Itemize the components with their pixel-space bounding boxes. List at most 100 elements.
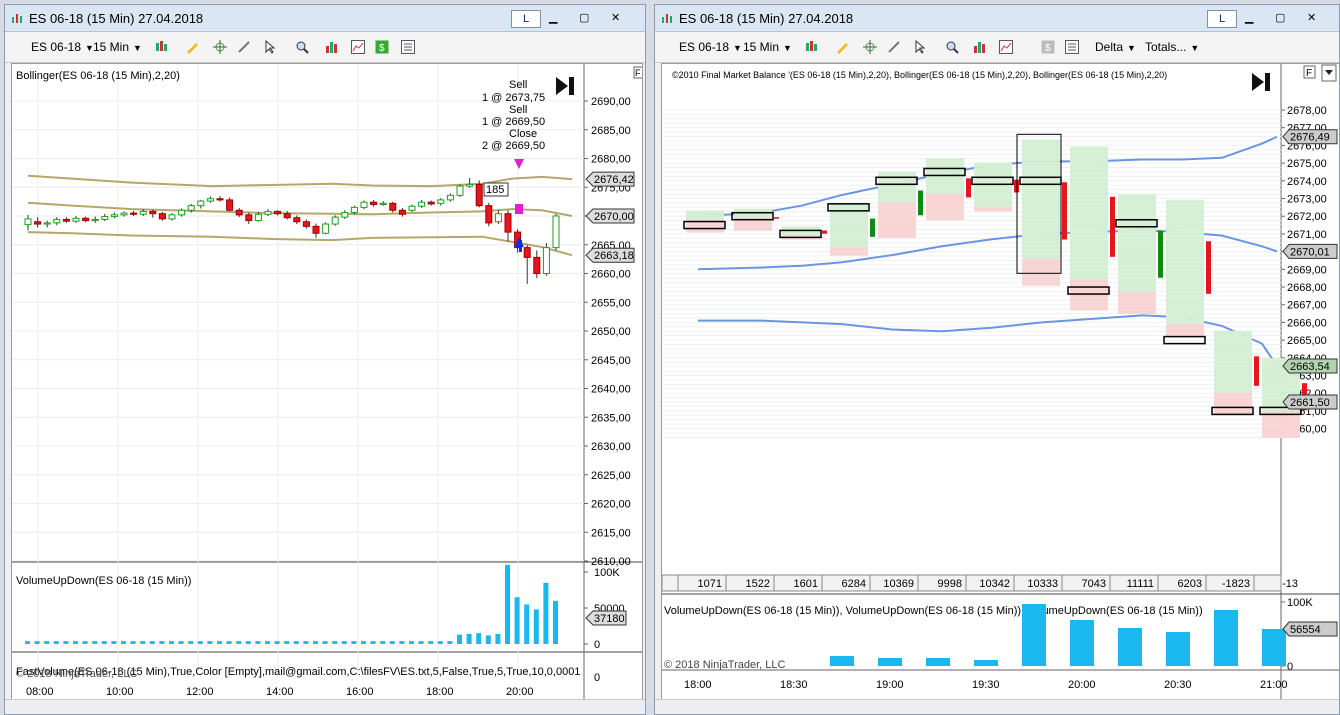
footprint-cell [1118, 300, 1156, 306]
footprint-cell [1022, 237, 1060, 242]
volume-bar [1214, 610, 1238, 666]
chart-window-icon [12, 14, 22, 23]
footprint-cell [878, 229, 916, 234]
close-icon[interactable]: ✕ [1307, 10, 1316, 26]
properties-icon[interactable] [401, 40, 415, 54]
right-instrument-selector[interactable]: ES 06-18 ▼ [679, 40, 742, 54]
volume-bar [82, 641, 88, 644]
crosshair-icon[interactable] [863, 40, 877, 54]
footprint-cell [1214, 379, 1252, 384]
right-horizontal-scrollbar[interactable] [655, 699, 1339, 714]
candle [72, 217, 80, 222]
delta-selector[interactable]: Delta ▼ [1095, 40, 1136, 54]
footprint-cell [734, 213, 772, 218]
footprint-cell [1022, 152, 1060, 158]
footprint-cell [878, 224, 916, 230]
price-axis-label: 2680,00 [591, 154, 631, 166]
crosshair-icon[interactable] [213, 40, 227, 54]
footprint-cell [974, 198, 1012, 203]
right-chart-canvas[interactable]: 2678,002677,002676,002675,002674,002673,… [661, 64, 1340, 700]
strategies-icon[interactable] [973, 40, 987, 54]
footprint-cell [830, 233, 868, 238]
candle [293, 217, 301, 223]
maximize-icon[interactable]: ▢ [579, 10, 589, 26]
minimize-icon[interactable]: ▁ [549, 10, 557, 26]
footprint-cell [974, 189, 1012, 194]
footprint-cell [1166, 226, 1204, 231]
time-axis-label: 18:30 [780, 679, 808, 691]
footprint-cell [1166, 319, 1204, 324]
price-axis-label: 2671,00 [1287, 229, 1327, 241]
global-draw-icon[interactable] [887, 40, 901, 54]
left-instrument-selector[interactable]: ES 06-18 ▼ [31, 40, 94, 54]
close-icon[interactable]: ✕ [611, 10, 620, 26]
footprint-cell [1070, 204, 1108, 209]
drawing-pencil-icon[interactable] [835, 40, 849, 54]
candle [43, 222, 51, 225]
minimize-icon[interactable]: ▁ [1245, 10, 1253, 26]
footprint-cell [1166, 297, 1204, 302]
left-horizontal-scrollbar[interactable] [5, 699, 645, 714]
left-title-bar[interactable]: ES 06-18 (15 Min) 27.04.2018 L ▁ ▢ ✕ [5, 5, 645, 32]
footprint-cell [1118, 194, 1156, 199]
footprint-cell [878, 193, 916, 199]
playback-icon [1265, 73, 1270, 91]
left-chart-canvas[interactable]: 08:00 10:00 12:00 14:00 16:00 18:00 20:00 2690,… [12, 64, 644, 700]
price-tag-label: 2676,49 [1290, 132, 1330, 144]
left-interval-selector[interactable]: 15 Min ▼ [93, 40, 142, 54]
properties-icon[interactable] [1065, 40, 1079, 54]
left-link-button[interactable]: L [511, 10, 541, 28]
candle [149, 210, 157, 215]
volume-bar [1070, 620, 1094, 666]
totals-selector[interactable]: Totals... ▼ [1145, 40, 1199, 54]
footprint-cell [1070, 301, 1108, 307]
indicators-icon[interactable] [351, 40, 365, 54]
right-link-button[interactable]: L [1207, 10, 1237, 28]
footprint-cell [1166, 208, 1204, 214]
candle [408, 205, 416, 211]
footprint-cell [1022, 214, 1060, 220]
volume-bar [169, 641, 174, 644]
footprint-cell [1070, 252, 1108, 258]
buy-arrow-icon [519, 240, 522, 252]
bar-type-icon[interactable] [155, 40, 169, 54]
candle [418, 201, 426, 207]
volume-bar [1262, 629, 1286, 666]
right-title-bar[interactable]: ES 06-18 (15 Min) 27.04.2018 L ▁ ▢ ✕ [655, 5, 1339, 32]
global-draw-icon[interactable] [237, 40, 251, 54]
footprint-cell [878, 220, 916, 225]
strategies-icon[interactable] [325, 40, 339, 54]
volume-bar [524, 604, 530, 644]
pointer-icon[interactable] [913, 40, 927, 54]
candle [437, 199, 445, 204]
volume-bar [1118, 628, 1142, 666]
footprint-cell [1262, 429, 1300, 434]
zoom-icon[interactable] [295, 40, 309, 54]
volume-bar [149, 641, 155, 644]
volume-bar [926, 658, 950, 666]
footprint-cell [974, 167, 1012, 172]
pointer-icon[interactable] [263, 40, 277, 54]
footprint-cell [1118, 221, 1156, 226]
footprint-cell [1166, 261, 1204, 267]
footprint-cell [1262, 433, 1300, 438]
indicators-icon[interactable] [999, 40, 1013, 54]
footprint-cell [1262, 424, 1300, 430]
maximize-icon[interactable]: ▢ [1275, 10, 1285, 26]
right-interval-selector[interactable]: 15 Min ▼ [743, 40, 792, 54]
dollar-icon[interactable]: $ [375, 40, 389, 54]
bar-type-icon[interactable] [805, 40, 819, 54]
left-chart-area[interactable]: 08:00 10:00 12:00 14:00 16:00 18:00 20:00 2690,… [11, 63, 644, 701]
footprint-cell [1070, 288, 1108, 293]
footprint-cell [1070, 244, 1108, 249]
footprint-cell [878, 215, 916, 221]
right-chart-area[interactable]: 2678,00 2677,00 2676,00 2675,00 2674,00 2673,… [661, 63, 1340, 701]
drawing-pencil-icon[interactable] [185, 40, 199, 54]
dollar-icon[interactable]: $ [1041, 40, 1055, 54]
totals-cell: 1601 [794, 578, 818, 590]
footprint-cell [1022, 245, 1060, 251]
footprint-cell [830, 229, 868, 234]
price-axis-label: 2678,00 [1287, 105, 1327, 117]
footprint-cell [1070, 151, 1108, 156]
zoom-icon[interactable] [945, 40, 959, 54]
